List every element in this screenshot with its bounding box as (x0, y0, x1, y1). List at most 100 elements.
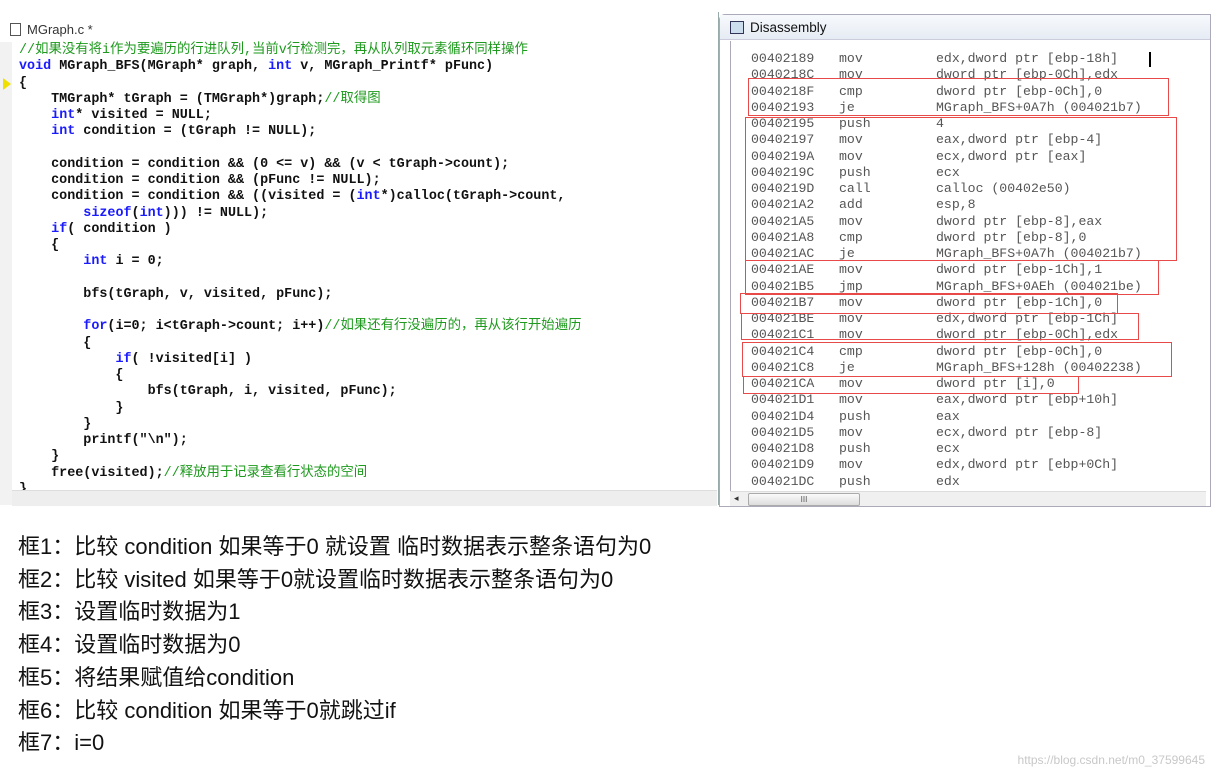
instruction-operands: edx,dword ptr [ebp-18h] (936, 51, 1119, 66)
instruction-address: 004021D8 (751, 441, 815, 456)
code-editor-panel: MGraph.c * //如果没有将i作为要遍历的行进队列,当前v行检测完，再从… (0, 12, 719, 506)
highlight-box-1 (748, 78, 1169, 116)
tab-mgraph-c[interactable]: MGraph.c * (10, 18, 93, 40)
code-token: } (19, 449, 60, 465)
instruction-mnemonic: mov (839, 424, 863, 440)
note-line: 框2：比较 visited 如果等于0就设置临时数据表示整条语句为0 (18, 566, 614, 592)
code-token: } (19, 400, 124, 416)
editor-gutter (0, 42, 12, 505)
code-token: i = 0; (107, 254, 164, 270)
code-token: } (19, 416, 92, 432)
code-token: condition = condition && (pFunc != NULL)… (19, 173, 381, 188)
explanation-notes: 框1：比较 condition 如果等于0 就设置 临时数据表示整条语句为0 框2… (18, 531, 651, 760)
code-token: condition = condition && ((visited = ( (19, 189, 357, 205)
code-keyword: void (19, 59, 52, 75)
disassembly-row[interactable]: 004021D8 push ecx (751, 441, 1142, 457)
disassembly-row[interactable]: 00402189 mov edx,dword ptr [ebp-18h] (751, 51, 1142, 67)
code-line: } (19, 449, 581, 465)
scroll-left-arrow-icon[interactable]: ◂ (734, 493, 739, 504)
highlight-box-2 (745, 117, 1177, 261)
code-line: if( !visited[i] ) (19, 352, 581, 368)
disassembly-row[interactable]: 004021D9 mov edx,dword ptr [ebp+0Ch] (751, 457, 1142, 473)
code-token: bfs(tGraph, v, visited, pFunc); (19, 286, 333, 302)
code-line: TMGraph* tGraph = (TMGraph*)graph;//取得图 (19, 92, 581, 108)
current-line-arrow-icon (3, 78, 11, 90)
code-token: ( condition ) (67, 221, 172, 237)
code-token: (i=0; i<tGraph->count; i++) (107, 319, 325, 335)
code-line: bfs(tGraph, i, visited, pFunc); (19, 384, 581, 400)
code-horizontal-scrollbar[interactable] (12, 490, 717, 506)
highlight-box-3 (745, 260, 1159, 295)
code-line: int condition = (tGraph != NULL); (19, 124, 581, 140)
code-token: { (19, 75, 28, 91)
disassembly-row[interactable]: 004021D4 push eax (751, 409, 1142, 425)
code-token: ( (131, 205, 140, 221)
note-line: 框4：设置临时数据为0 (18, 632, 241, 658)
code-line: condition = condition && ((visited = (in… (19, 189, 581, 205)
highlight-box-4 (740, 293, 1118, 314)
instruction-operands: eax,dword ptr [ebp+10h] (936, 392, 1119, 408)
highlight-box-5 (741, 313, 1139, 340)
code-line: } (19, 401, 581, 417)
disassembly-header: Disassembly (720, 15, 1210, 40)
code-token: ( !visited[i] ) (131, 351, 253, 367)
code-token: *)calloc(tGraph->count, (380, 189, 566, 205)
instruction-mnemonic: push (839, 473, 871, 489)
tab-label: MGraph.c * (27, 21, 93, 37)
code-token: { (19, 238, 60, 253)
code-line: int* visited = NULL; (19, 108, 581, 124)
note-line: 框5：将结果赋值给condition (18, 664, 295, 690)
code-token: printf("\n"); (19, 433, 188, 448)
code-line: if( condition ) (19, 222, 581, 238)
disassembly-row[interactable]: 004021DC push edx (751, 474, 1142, 490)
code-token: condition = (tGraph != NULL); (75, 124, 317, 140)
code-text[interactable]: //如果没有将i作为要遍历的行进队列,当前v行检测完，再从队列取元素循环同样操作… (19, 43, 581, 498)
code-comment: //如果还有行没遍历的，再从该行开始遍历 (324, 319, 582, 335)
code-line: { (19, 336, 581, 352)
code-keyword: int (51, 124, 76, 140)
code-comment: //取得图 (324, 91, 381, 107)
instruction-operands: ecx (936, 441, 960, 456)
code-token: condition = condition && (0 <= v) && (v … (19, 156, 510, 172)
code-keyword: int (268, 59, 293, 75)
code-keyword: if (115, 351, 132, 367)
code-keyword: int (51, 108, 76, 123)
instruction-operands: ecx,dword ptr [ebp-8] (936, 424, 1103, 440)
code-line: { (19, 76, 581, 92)
instruction-mnemonic: mov (839, 51, 863, 66)
disassembly-row[interactable]: 004021D1 mov eax,dword ptr [ebp+10h] (751, 392, 1142, 408)
watermark: https://blog.csdn.net/m0_37599645 (1017, 753, 1205, 767)
disassembly-row[interactable]: 004021D5 mov ecx,dword ptr [ebp-8] (751, 425, 1142, 441)
disassembly-horizontal-scrollbar[interactable]: ◂ III (730, 491, 1206, 506)
code-line: } (19, 417, 581, 433)
instruction-address: 004021D1 (751, 392, 815, 408)
instruction-mnemonic: push (839, 441, 871, 456)
code-keyword: sizeof (83, 205, 132, 221)
instruction-operands: edx (936, 473, 960, 489)
code-comment: //如果没有将i作为要遍历的行进队列,当前v行检测完，再从队列取元素循环同样操作 (19, 43, 528, 58)
code-line: void MGraph_BFS(MGraph* graph, int v, MG… (19, 59, 581, 75)
instruction-address: 004021D5 (751, 424, 815, 440)
code-line: { (19, 238, 581, 254)
code-token: { (19, 335, 92, 351)
code-keyword: int (83, 254, 108, 270)
note-line: 框6：比较 condition 如果等于0就跳过if (18, 697, 396, 723)
instruction-address: 004021DC (751, 473, 815, 489)
code-token: { (19, 368, 124, 383)
instruction-operands: edx,dword ptr [ebp+0Ch] (936, 457, 1119, 473)
code-keyword: int (139, 205, 164, 221)
code-token: TMGraph* tGraph = (TMGraph*)graph; (19, 91, 325, 107)
code-line: { (19, 368, 581, 384)
code-line: printf("\n"); (19, 433, 581, 449)
code-comment: //释放用于记录查看行状态的空间 (163, 465, 368, 481)
code-line: int i = 0; (19, 254, 581, 270)
scrollbar-thumb[interactable]: III (748, 493, 860, 506)
